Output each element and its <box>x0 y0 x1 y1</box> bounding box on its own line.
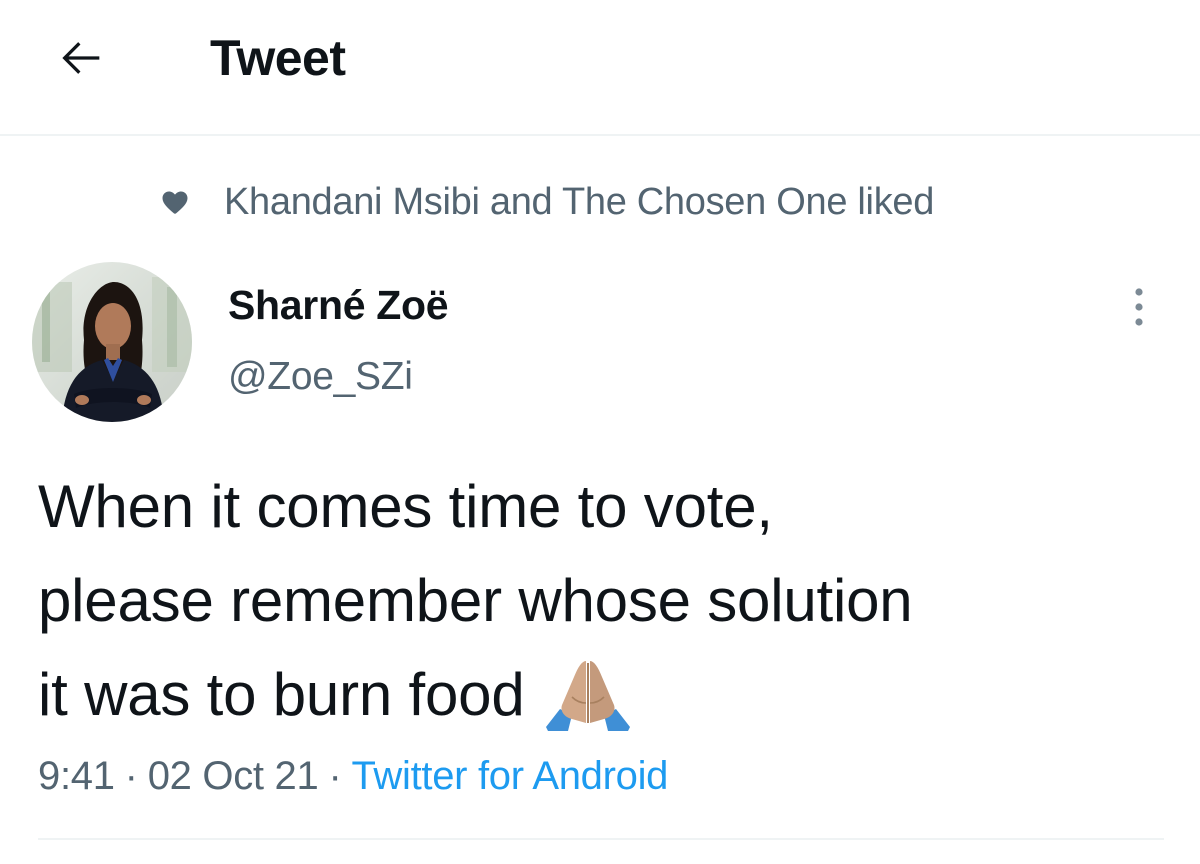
heart-icon <box>158 185 192 219</box>
page-title: Tweet <box>210 30 346 86</box>
social-context[interactable]: Khandani Msibi and The Chosen One liked <box>158 174 934 230</box>
tweet-line: please remember whose solution <box>38 567 913 634</box>
more-options-button[interactable] <box>1116 282 1162 332</box>
tweet-source-link[interactable]: Twitter for Android <box>351 754 668 798</box>
top-app-bar: Tweet <box>0 0 1200 136</box>
arrow-left-icon <box>62 42 100 74</box>
author-handle[interactable]: @Zoe_SZi <box>228 350 413 404</box>
tweet-line-text: it was to burn food <box>38 661 525 728</box>
tweet-time[interactable]: 9:41 <box>38 754 115 798</box>
folded-hands-emoji <box>546 661 631 731</box>
more-vertical-icon <box>1135 288 1143 326</box>
meta-separator: · <box>328 754 342 798</box>
tweet-date[interactable]: 02 Oct 21 <box>148 754 319 798</box>
avatar[interactable] <box>32 262 192 422</box>
meta-separator: · <box>124 754 138 798</box>
tweet-line: When it comes time to vote, <box>38 473 773 540</box>
tweet-meta: 9:41 · 02 Oct 21 · Twitter for Android <box>38 746 668 806</box>
social-context-text: Khandani Msibi and The Chosen One liked <box>224 181 935 223</box>
tweet-text: When it comes time to vote, please remem… <box>38 460 1178 742</box>
divider <box>38 838 1164 840</box>
author-name[interactable]: Sharné Zoë <box>228 278 449 332</box>
avatar-photo <box>32 262 192 422</box>
back-button[interactable] <box>50 28 114 88</box>
tweet-line-last: it was to burn food <box>38 648 1178 742</box>
